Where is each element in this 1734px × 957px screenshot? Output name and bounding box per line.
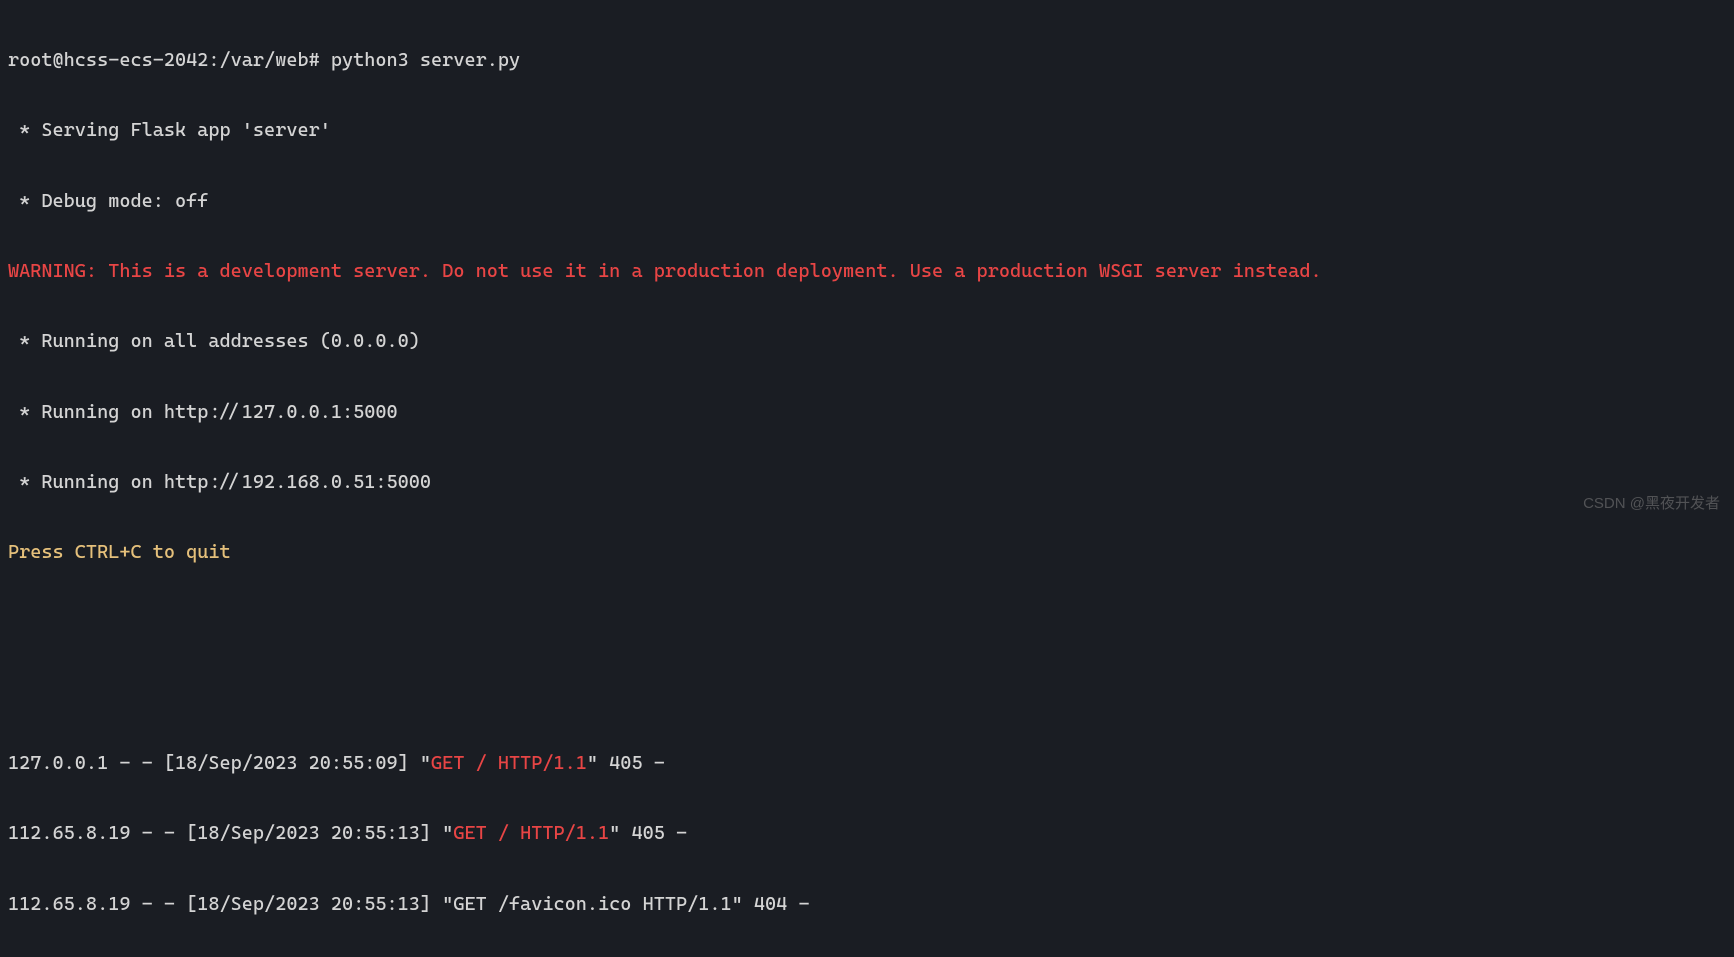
log-suffix: " 405 - (587, 752, 665, 774)
blank-line (8, 605, 1726, 640)
flask-running-local-line: * Running on http://127.0.0.1:5000 (8, 395, 1726, 430)
access-log-line: 112.65.8.19 - - [18/Sep/2023 20:55:13] "… (8, 816, 1726, 851)
http-method: GET / HTTP/1.1 (453, 822, 609, 844)
terminal-output: root@hcss-ecs-2042:/var/web# python3 ser… (8, 8, 1726, 957)
log-prefix: 112.65.8.19 - - [18/Sep/2023 20:55:13] " (8, 893, 453, 915)
flask-serving-line: * Serving Flask app 'server' (8, 113, 1726, 148)
flask-warning-line: WARNING: This is a development server. D… (8, 254, 1726, 289)
shell-prompt-line: root@hcss-ecs-2042:/var/web# python3 ser… (8, 43, 1726, 78)
http-method: GET / HTTP/1.1 (431, 752, 587, 774)
flask-quit-line: Press CTRL+C to quit (8, 535, 1726, 570)
log-prefix: 127.0.0.1 - - [18/Sep/2023 20:55:09] " (8, 752, 431, 774)
flask-running-ip-line: * Running on http://192.168.0.51:5000 (8, 465, 1726, 500)
log-suffix: " 405 - (609, 822, 687, 844)
access-log-line: 112.65.8.19 - - [18/Sep/2023 20:55:13] "… (8, 887, 1726, 922)
watermark-text: CSDN @黑夜开发者 (1583, 490, 1720, 518)
access-log-line: 127.0.0.1 - - [18/Sep/2023 20:55:09] "GE… (8, 746, 1726, 781)
http-method: GET /favicon.ico HTTP/1.1 (453, 893, 731, 915)
flask-running-all-line: * Running on all addresses (0.0.0.0) (8, 324, 1726, 359)
blank-line (8, 676, 1726, 711)
log-prefix: 112.65.8.19 - - [18/Sep/2023 20:55:13] " (8, 822, 453, 844)
flask-debug-line: * Debug mode: off (8, 184, 1726, 219)
log-suffix: " 404 - (732, 893, 810, 915)
